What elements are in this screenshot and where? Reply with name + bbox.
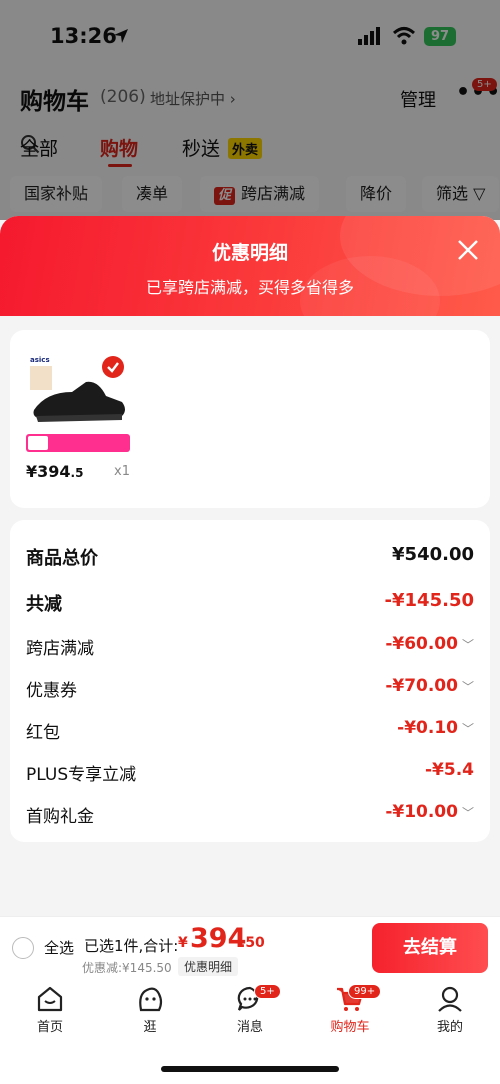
tab-messages[interactable]: 消息 5+ [210, 984, 290, 1044]
row-total-price: 商品总价 ¥540.00 [26, 544, 474, 574]
row-value: ¥540.00 [392, 544, 474, 565]
browse-icon [139, 987, 163, 1012]
row-value: -¥70.00 [385, 676, 458, 696]
tab-label: 消息 [236, 1020, 263, 1035]
checkout-button[interactable]: 去结算 [372, 923, 488, 973]
price-main: ¥394 [26, 462, 71, 481]
svg-text:asics: asics [30, 356, 50, 364]
row-label: 优惠券 [26, 681, 77, 701]
chevron-down-icon: ﹀ [461, 638, 474, 652]
home-indicator [161, 1066, 339, 1072]
tab-label: 我的 [436, 1020, 463, 1035]
checkout-bar: 全选 已选1件,合计: ¥ 394 .50 优惠减:¥145.50 优惠明细 去… [0, 916, 500, 978]
row-value: -¥145.50 [384, 590, 474, 611]
row-value-wrap: -¥0.10 ﹀ [397, 718, 474, 738]
discount-detail-card: 商品总价 ¥540.00 共减 -¥145.50 跨店满减 -¥60.00 ﹀ 优… [10, 520, 490, 842]
home-icon [37, 986, 63, 1012]
selected-summary: 已选1件,合计: [84, 937, 179, 955]
row-value-wrap: -¥60.00 ﹀ [385, 634, 474, 654]
row-label: 首购礼金 [26, 807, 94, 827]
tab-cart[interactable]: 购物车 99+ [310, 984, 390, 1044]
saved-amount: 优惠减:¥145.50 [82, 961, 172, 975]
tab-label: 逛 [143, 1020, 157, 1035]
row-value: -¥10.00 [385, 802, 458, 822]
row-label: PLUS专享立减 [26, 765, 137, 785]
cart-badge: 99+ [348, 984, 382, 999]
product-card: asics ¥394.5 x1 [10, 330, 490, 508]
tab-profile[interactable]: 我的 [410, 984, 490, 1044]
row-value: -¥0.10 [397, 718, 458, 738]
sheet-subtitle: 已享跨店满减，买得多省得多 [145, 278, 354, 297]
row-first-purchase[interactable]: 首购礼金 -¥10.00 ﹀ [26, 802, 474, 832]
tab-home[interactable]: 首页 [10, 984, 90, 1044]
profile-icon [438, 986, 462, 1012]
product-price: ¥394.5 [26, 462, 83, 481]
tab-label: 首页 [36, 1020, 63, 1035]
row-coupon[interactable]: 优惠券 -¥70.00 ﹀ [26, 676, 474, 706]
row-total-discount: 共减 -¥145.50 [26, 590, 474, 620]
tab-label: 购物车 [330, 1020, 370, 1035]
row-plus-discount: PLUS专享立减 -¥5.4 [26, 760, 474, 790]
row-label: 商品总价 [26, 548, 98, 569]
chevron-down-icon: ﹀ [461, 680, 474, 694]
message-badge: 5+ [254, 984, 281, 999]
chevron-down-icon: ﹀ [461, 722, 474, 736]
sheet-title: 优惠明细 [211, 242, 288, 264]
row-value-wrap: -¥70.00 ﹀ [385, 676, 474, 696]
chevron-down-icon: ﹀ [461, 806, 474, 820]
select-all-radio[interactable] [12, 937, 34, 959]
row-label: 共减 [26, 594, 62, 615]
row-value-wrap: -¥10.00 ﹀ [385, 802, 474, 822]
row-label: 跨店满减 [26, 639, 94, 659]
price-decimal: .5 [70, 466, 84, 480]
product-quantity: x1 [114, 464, 130, 479]
row-value: -¥60.00 [385, 634, 458, 654]
row-cross-store[interactable]: 跨店满减 -¥60.00 ﹀ [26, 634, 474, 664]
total-currency: ¥ [178, 935, 188, 951]
row-value: -¥5.4 [425, 760, 474, 780]
total-amount: 394 [190, 923, 247, 954]
sheet-header: 优惠明细 已享跨店满减，买得多省得多 [0, 216, 500, 346]
overlay-dim[interactable] [0, 0, 500, 220]
select-all-label[interactable]: 全选 [44, 937, 74, 958]
discount-detail-link[interactable]: 优惠明细 [178, 957, 239, 976]
row-red-packet[interactable]: 红包 -¥0.10 ﹀ [26, 718, 474, 748]
close-icon[interactable] [456, 238, 480, 262]
total-amount-decimal: .50 [240, 935, 265, 951]
row-label: 红包 [26, 723, 60, 743]
tab-browse[interactable]: 逛 [110, 984, 190, 1044]
check-icon[interactable] [102, 356, 124, 378]
